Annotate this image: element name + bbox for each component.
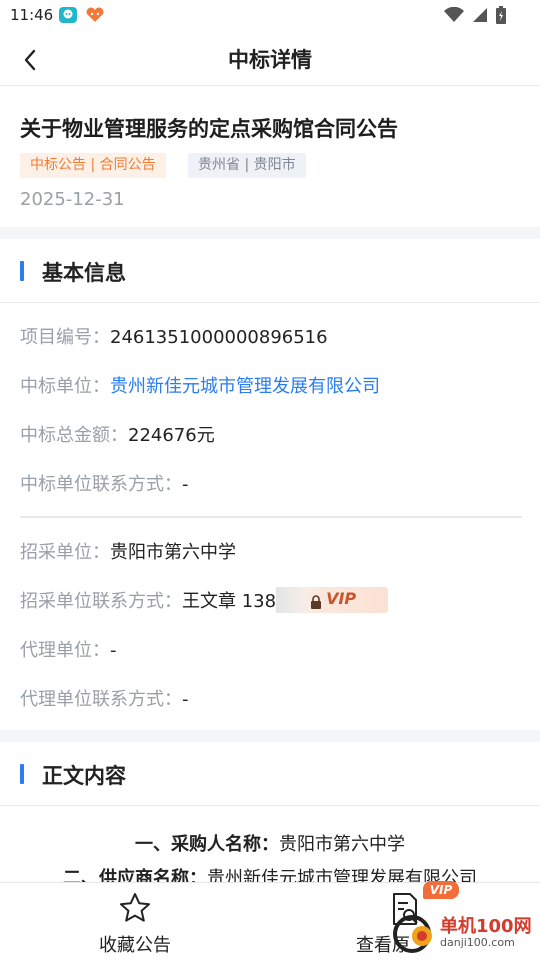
content-header: 正文内容 <box>0 742 540 806</box>
content-supplier-label: 二、供应商名称： <box>63 868 207 882</box>
buyer-row: 招采单位：贵阳市第六中学 <box>20 538 236 564</box>
buyer-contact-value: 王文章 138 <box>182 591 277 612</box>
buyer-contact-row: 招采单位联系方式：王文章 138 VIP <box>20 587 389 615</box>
amount-row: 中标总金额：224676元 <box>20 421 215 447</box>
winner-contact-label: 中标单位联系方式： <box>20 474 182 495</box>
signal-icon <box>472 7 488 27</box>
watermark-title: 单机100网 <box>440 916 532 937</box>
agent-contact-label: 代理单位联系方式： <box>20 689 182 710</box>
star-icon <box>118 891 152 929</box>
status-time: 11:46 <box>10 6 54 24</box>
favorite-label: 收藏公告 <box>99 935 171 956</box>
vip-unlock-phone-button[interactable]: VIP <box>276 587 389 614</box>
info-divider <box>20 516 522 518</box>
basic-info-header: 基本信息 <box>0 239 540 303</box>
agent-row: 代理单位：- <box>20 636 117 662</box>
status-bar: 11:46 <box>0 0 540 32</box>
buyer-value: 贵阳市第六中学 <box>110 542 236 563</box>
project-number-label: 项目编号： <box>20 327 110 348</box>
agent-contact-value: - <box>182 689 189 710</box>
agent-label: 代理单位： <box>20 640 110 661</box>
app-notification-icon <box>58 6 78 24</box>
announcement-title: 关于物业管理服务的定点采购馆合同公告 <box>20 117 398 141</box>
announcement-type-tag: 中标公告 | 合同公告 <box>20 153 166 178</box>
amount-label: 中标总金额： <box>20 425 128 446</box>
section-accent-bar <box>20 261 24 281</box>
amount-value: 224676元 <box>128 425 215 446</box>
page-title: 中标详情 <box>228 48 312 72</box>
announcement-header: 关于物业管理服务的定点采购馆合同公告 中标公告 | 合同公告 贵州省 | 贵阳市… <box>0 87 540 227</box>
content-line-supplier: 二、供应商名称：贵州新佳元城市管理发展有限公司 <box>0 864 540 882</box>
content-buyer-value: 贵阳市第六中学 <box>279 834 405 855</box>
project-number-row: 项目编号：2461351000000896516 <box>20 323 328 349</box>
region-tag: 贵州省 | 贵阳市 <box>188 153 306 178</box>
watermark-url: danji100.com <box>440 936 515 949</box>
heart-notification-icon <box>84 6 104 24</box>
winner-link[interactable]: 贵州新佳元城市管理发展有限公司 <box>110 376 380 397</box>
section-gap <box>0 730 540 742</box>
project-number-value: 2461351000000896516 <box>110 327 328 348</box>
site-watermark: 单机100网 danji100.com <box>388 910 536 956</box>
section-gap <box>0 227 540 239</box>
bottom-action-bar: 收藏公告 VIP 查看原 单机100网 danji100.com <box>0 881 540 960</box>
wifi-icon <box>444 6 464 27</box>
content-section: 正文内容 一、采购人名称：贵阳市第六中学 二、供应商名称：贵州新佳元城市管理发展… <box>0 742 540 882</box>
section-accent-bar <box>20 764 24 784</box>
buyer-contact-label: 招采单位联系方式： <box>20 591 182 612</box>
content-line-buyer: 一、采购人名称：贵阳市第六中学 <box>0 830 540 856</box>
winner-contact-row: 中标单位联系方式：- <box>20 470 189 496</box>
content-supplier-value: 贵州新佳元城市管理发展有限公司 <box>207 868 477 882</box>
buyer-label: 招采单位： <box>20 542 110 563</box>
publish-date: 2025-12-31 <box>20 189 125 210</box>
vip-label: VIP <box>326 589 357 608</box>
navbar: 中标详情 <box>0 32 540 86</box>
agent-contact-row: 代理单位联系方式：- <box>20 685 189 711</box>
agent-value: - <box>110 640 117 661</box>
basic-info-section: 基本信息 项目编号：2461351000000896516 中标单位：贵州新佳元… <box>0 239 540 730</box>
winner-row: 中标单位：贵州新佳元城市管理发展有限公司 <box>20 372 380 398</box>
watermark-logo-icon <box>393 915 432 953</box>
winner-contact-value: - <box>182 474 189 495</box>
favorite-button[interactable]: 收藏公告 <box>35 883 235 960</box>
winner-label: 中标单位： <box>20 376 110 397</box>
lock-icon <box>310 593 322 614</box>
content-title: 正文内容 <box>42 764 126 788</box>
content-buyer-label: 一、采购人名称： <box>135 834 279 855</box>
basic-info-title: 基本信息 <box>42 261 126 285</box>
vip-badge: VIP <box>423 881 459 899</box>
battery-icon <box>496 6 506 28</box>
blurred-phone <box>276 587 307 613</box>
